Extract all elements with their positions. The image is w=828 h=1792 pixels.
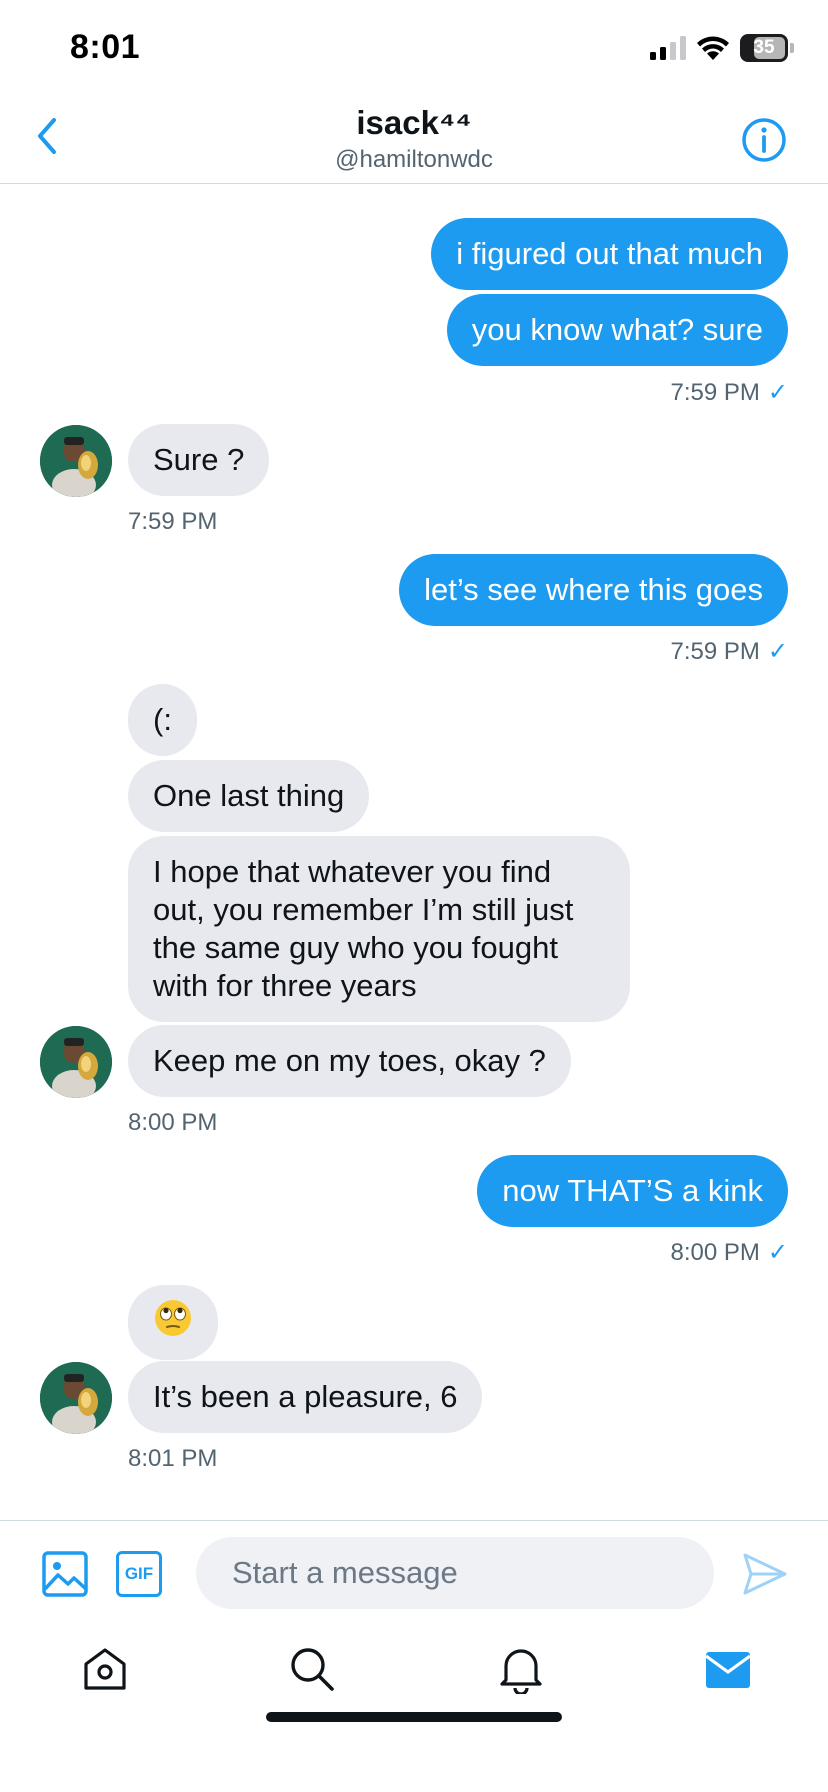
incoming-message[interactable]: Keep me on my toes, okay ?	[128, 1025, 571, 1097]
battery-icon: 35	[740, 34, 788, 62]
eye-roll-emoji-icon	[155, 1300, 191, 1336]
avatar-image	[40, 1362, 112, 1434]
incoming-message[interactable]: It’s been a pleasure, 6	[128, 1361, 483, 1433]
tab-bar	[0, 1620, 828, 1740]
incoming-message[interactable]	[128, 1285, 218, 1360]
message-timestamp: 8:00 PM ✓	[671, 1238, 789, 1267]
message-input[interactable]	[196, 1537, 714, 1609]
messages-mail-icon[interactable]	[703, 1644, 753, 1694]
send-icon[interactable]	[742, 1551, 788, 1597]
message-timestamp: 7:59 PM	[128, 508, 218, 535]
read-check-icon: ✓	[767, 1239, 788, 1266]
notifications-bell-icon[interactable]	[496, 1644, 546, 1694]
incoming-message[interactable]: One last thing	[128, 760, 370, 832]
gif-button[interactable]: GIF	[116, 1551, 162, 1597]
message-composer: GIF	[0, 1520, 828, 1620]
timestamp-text: 7:59 PM	[670, 637, 760, 665]
outgoing-message[interactable]: now THAT’S a kink	[477, 1155, 788, 1227]
outgoing-message[interactable]: you know what? sure	[446, 294, 788, 366]
home-indicator	[266, 1712, 562, 1722]
info-icon[interactable]	[740, 116, 788, 164]
message-timestamp: 7:59 PM ✓	[671, 378, 789, 407]
incoming-message[interactable]: Sure ?	[128, 424, 270, 496]
avatar-image	[40, 425, 112, 497]
status-bar: 8:01 35	[0, 0, 828, 100]
image-icon[interactable]	[42, 1551, 88, 1597]
avatar-image	[40, 1026, 112, 1098]
conversation-title[interactable]: isack⁴⁴	[0, 104, 828, 142]
timestamp-text: 7:59 PM	[670, 378, 760, 406]
chat-header: isack⁴⁴ @hamiltonwdc	[0, 100, 828, 184]
status-icons: 35	[650, 34, 794, 62]
message-timestamp: 8:00 PM	[128, 1109, 218, 1136]
search-icon[interactable]	[287, 1644, 337, 1694]
battery-level: 35	[753, 37, 775, 58]
message-timestamp: 8:01 PM	[128, 1445, 218, 1472]
incoming-message[interactable]: (:	[128, 684, 197, 756]
battery-tip	[790, 43, 794, 53]
wifi-icon	[697, 36, 729, 60]
home-icon[interactable]	[80, 1644, 130, 1694]
read-check-icon: ✓	[767, 638, 788, 665]
conversation-handle: @hamiltonwdc	[335, 146, 493, 173]
signal-icon	[650, 36, 686, 60]
message-list[interactable]: i figured out that much you know what? s…	[0, 185, 828, 1520]
outgoing-message[interactable]: let’s see where this goes	[399, 554, 788, 626]
incoming-message[interactable]: I hope that whatever you find out, you r…	[128, 836, 630, 1022]
timestamp-text: 8:00 PM	[670, 1238, 760, 1266]
avatar[interactable]	[40, 425, 112, 497]
message-timestamp: 7:59 PM ✓	[671, 637, 789, 666]
avatar[interactable]	[40, 1362, 112, 1434]
read-check-icon: ✓	[767, 379, 788, 406]
gif-label: GIF	[124, 1564, 154, 1583]
outgoing-message[interactable]: i figured out that much	[431, 218, 788, 290]
avatar[interactable]	[40, 1026, 112, 1098]
status-time: 8:01	[70, 28, 141, 66]
